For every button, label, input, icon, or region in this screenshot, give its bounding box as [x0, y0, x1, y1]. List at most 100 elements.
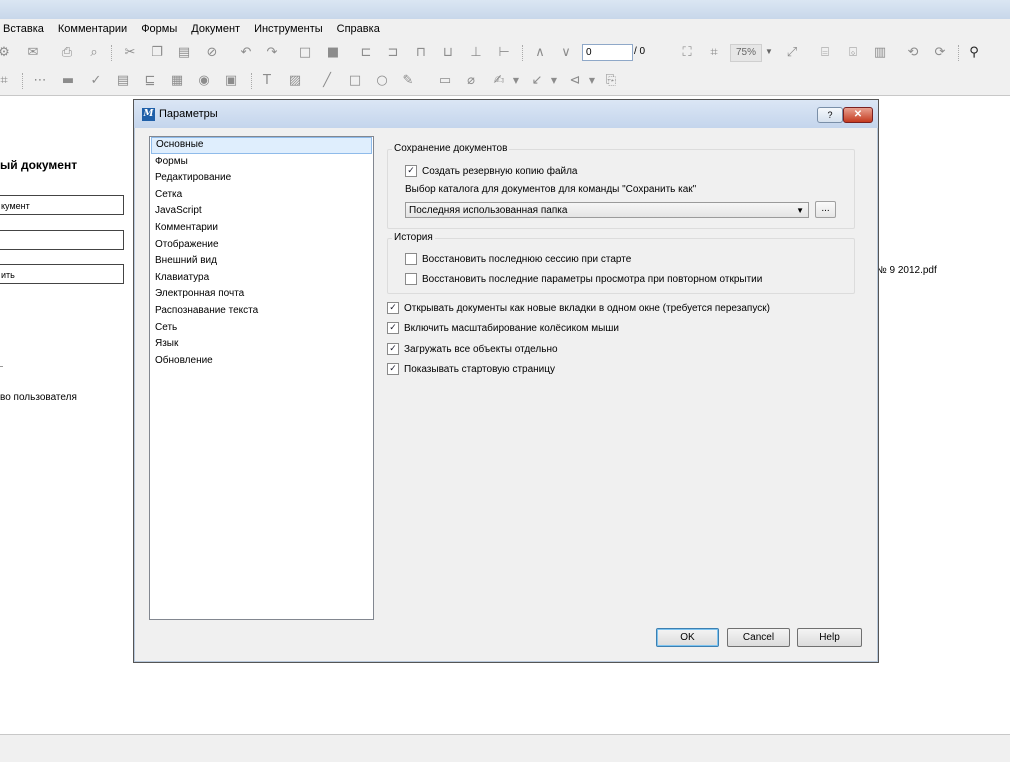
next-page-icon[interactable]: ∨: [558, 45, 574, 61]
email-icon[interactable]: ✉: [25, 45, 41, 61]
align-right-icon[interactable]: ⊐: [385, 45, 401, 61]
wheel-zoom-option[interactable]: ✓ Включить масштабирование колёсиком мыш…: [387, 322, 619, 334]
attach-icon[interactable]: ⌀: [463, 73, 479, 89]
category-ocr[interactable]: Распознавание текста: [151, 303, 372, 320]
add-text-icon[interactable]: T: [259, 73, 275, 89]
backup-checkbox[interactable]: ✓: [405, 165, 417, 177]
ellipse-icon[interactable]: ○: [374, 73, 390, 89]
add-image-icon[interactable]: ▨: [287, 73, 303, 89]
page-number-input[interactable]: 0: [582, 44, 633, 61]
actual-size-icon[interactable]: ⌗: [706, 45, 722, 61]
category-appearance[interactable]: Внешний вид: [151, 253, 372, 270]
zoom-level[interactable]: 75%: [730, 44, 762, 62]
category-forms[interactable]: Формы: [151, 154, 372, 171]
load-objects-checkbox[interactable]: ✓: [387, 343, 399, 355]
menu-forms[interactable]: Формы: [141, 23, 177, 35]
zoom-frame-icon[interactable]: ⌺: [845, 45, 861, 61]
open-in-tabs-checkbox[interactable]: ✓: [387, 302, 399, 314]
marquee-zoom-icon[interactable]: ⌸: [817, 45, 833, 61]
chevron-down-icon[interactable]: ▼: [546, 73, 562, 89]
paste-icon[interactable]: ▤: [176, 45, 192, 61]
cancel-button[interactable]: Cancel: [727, 628, 790, 647]
rotate-right-icon[interactable]: ⟳: [932, 45, 948, 61]
start-page-button[interactable]: кумент: [0, 195, 124, 215]
ok-button[interactable]: OK: [656, 628, 719, 647]
stamp-icon[interactable]: ⎘: [603, 73, 619, 89]
edit-form-icon[interactable]: ⌗: [0, 73, 12, 89]
restore-session-checkbox[interactable]: [405, 253, 417, 265]
highlight-icon[interactable]: ✍: [491, 73, 507, 89]
dialog-title-bar[interactable]: M Параметры ? ✕: [134, 100, 878, 128]
restore-view-option[interactable]: Восстановить последние параметры просмот…: [405, 273, 762, 285]
cut-icon[interactable]: ✂: [122, 45, 138, 61]
category-editing[interactable]: Редактирование: [151, 170, 372, 187]
menu-insert[interactable]: Вставка: [3, 23, 44, 35]
two-pages-icon[interactable]: ▥: [872, 45, 888, 61]
undo-icon[interactable]: ↶: [238, 45, 254, 61]
rectangle-icon[interactable]: □: [347, 73, 363, 89]
search-icon[interactable]: ⚲: [966, 45, 982, 61]
center-vertical-icon[interactable]: ⊥: [468, 45, 484, 61]
chevron-down-icon[interactable]: ▼: [508, 73, 524, 89]
category-general[interactable]: Основные: [151, 137, 372, 154]
fit-page-icon[interactable]: ⛶: [679, 45, 695, 61]
align-bottom-icon[interactable]: ⊔: [440, 45, 456, 61]
category-grid[interactable]: Сетка: [151, 187, 372, 204]
category-display[interactable]: Отображение: [151, 237, 372, 254]
align-left-icon[interactable]: ⊏: [358, 45, 374, 61]
delete-icon[interactable]: ⊘: [204, 45, 220, 61]
select-fill-icon[interactable]: ■: [325, 45, 341, 61]
backup-option[interactable]: ✓ Создать резервную копию файла: [405, 165, 578, 177]
start-page-button[interactable]: [0, 230, 124, 250]
align-top-icon[interactable]: ⊓: [413, 45, 429, 61]
arrow-icon[interactable]: ↙: [529, 73, 545, 89]
checkbox-field-icon[interactable]: ✓: [88, 73, 104, 89]
signature-field-icon[interactable]: ▣: [223, 73, 239, 89]
start-page-option[interactable]: ✓ Показывать стартовую страницу: [387, 363, 555, 375]
category-comments[interactable]: Комментарии: [151, 220, 372, 237]
text-field-icon[interactable]: ⋯: [32, 73, 48, 89]
combo-box-icon[interactable]: ⊑: [142, 73, 158, 89]
print-icon[interactable]: ⎙: [59, 45, 75, 61]
chevron-down-icon[interactable]: ▼: [584, 73, 600, 89]
browse-button[interactable]: ...: [815, 201, 836, 218]
category-language[interactable]: Язык: [151, 336, 372, 353]
category-network[interactable]: Сеть: [151, 320, 372, 337]
user-guide-link[interactable]: во пользователя: [0, 392, 77, 403]
menu-document[interactable]: Документ: [191, 23, 240, 35]
save-as-dir-select[interactable]: Последняя использованная папка ▼: [405, 202, 809, 218]
radio-group-icon[interactable]: ▦: [169, 73, 185, 89]
radio-button-icon[interactable]: ◉: [196, 73, 212, 89]
button-field-icon[interactable]: ▬: [60, 73, 76, 89]
list-box-icon[interactable]: ▤: [115, 73, 131, 89]
callout-icon[interactable]: ⊲: [567, 73, 583, 89]
start-page-checkbox[interactable]: ✓: [387, 363, 399, 375]
wheel-zoom-checkbox[interactable]: ✓: [387, 322, 399, 334]
center-horizontal-icon[interactable]: ⊢: [496, 45, 512, 61]
rotate-left-icon[interactable]: ⟲: [905, 45, 921, 61]
copy-icon[interactable]: ❐: [149, 45, 165, 61]
chevron-down-icon[interactable]: ▼: [765, 47, 773, 56]
category-email[interactable]: Электронная почта: [151, 286, 372, 303]
close-icon[interactable]: ✕: [843, 107, 873, 123]
restore-view-checkbox[interactable]: [405, 273, 417, 285]
line-icon[interactable]: ╱: [319, 73, 335, 89]
fit-width-icon[interactable]: ⤢: [784, 45, 800, 61]
pencil-icon[interactable]: ✎: [400, 73, 416, 89]
note-icon[interactable]: ▭: [437, 73, 453, 89]
category-javascript[interactable]: JavaScript: [151, 203, 372, 220]
load-objects-option[interactable]: ✓ Загружать все объекты отдельно: [387, 343, 558, 355]
help-icon[interactable]: ?: [817, 107, 843, 123]
restore-session-option[interactable]: Восстановить последнюю сессию при старте: [405, 253, 631, 265]
category-keyboard[interactable]: Клавиатура: [151, 270, 372, 287]
menu-comments[interactable]: Комментарии: [58, 23, 127, 35]
settings-icon[interactable]: ⚙: [0, 45, 12, 61]
menu-help[interactable]: Справка: [337, 23, 380, 35]
menu-tools[interactable]: Инструменты: [254, 23, 323, 35]
category-update[interactable]: Обновление: [151, 353, 372, 370]
recent-file-link[interactable]: № 9 2012.pdf: [876, 265, 937, 276]
previous-page-icon[interactable]: ∧: [532, 45, 548, 61]
start-page-button[interactable]: ить: [0, 264, 124, 284]
find-icon[interactable]: ⌕: [86, 45, 102, 61]
help-button[interactable]: Help: [797, 628, 862, 647]
